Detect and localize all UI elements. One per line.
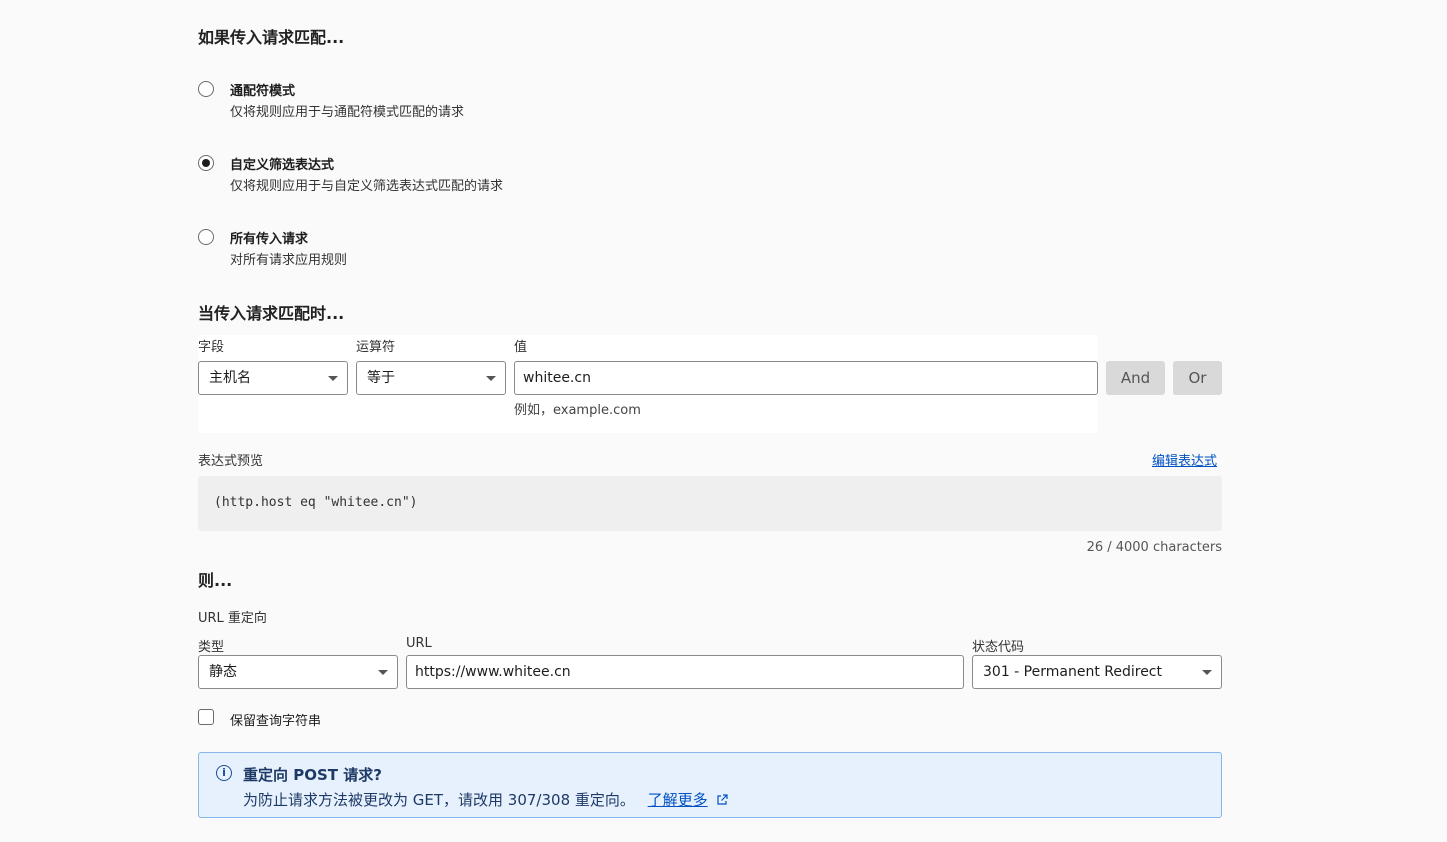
when-heading: 当传入请求匹配时... xyxy=(198,304,345,323)
operator-select[interactable]: 等于 xyxy=(356,361,506,395)
status-select-value: 301 - Permanent Redirect xyxy=(983,664,1162,680)
char-count: 26 / 4000 characters xyxy=(1086,540,1222,555)
radio-wildcard-title: 通配符模式 xyxy=(230,84,296,99)
radio-wildcard-desc: 仅将规则应用于与通配符模式匹配的请求 xyxy=(230,105,465,120)
url-label: URL xyxy=(406,636,432,651)
radio-wildcard[interactable] xyxy=(198,81,214,97)
chevron-down-icon xyxy=(486,376,496,381)
info-icon: i xyxy=(216,765,232,781)
field-select[interactable]: 主机名 xyxy=(198,361,348,395)
learn-more-link[interactable]: 了解更多 xyxy=(648,791,708,809)
chevron-down-icon xyxy=(378,670,388,675)
expression-preview-box: (http.host eq "whitee.cn") xyxy=(198,476,1222,531)
type-label: 类型 xyxy=(198,640,225,655)
operator-label: 运算符 xyxy=(356,340,396,355)
status-label: 状态代码 xyxy=(972,640,1025,655)
radio-custom-expression[interactable] xyxy=(198,155,214,171)
preserve-query-label: 保留查询字符串 xyxy=(230,714,322,729)
radio-all-requests-title: 所有传入请求 xyxy=(230,232,309,247)
or-button[interactable]: Or xyxy=(1173,361,1222,395)
type-select-value: 静态 xyxy=(209,664,237,680)
chevron-down-icon xyxy=(1202,670,1212,675)
value-label: 值 xyxy=(514,340,528,355)
status-select[interactable]: 301 - Permanent Redirect xyxy=(972,655,1222,689)
url-input[interactable]: https://www.whitee.cn xyxy=(406,655,964,689)
radio-custom-expression-title: 自定义筛选表达式 xyxy=(230,158,335,173)
operator-select-value: 等于 xyxy=(367,370,395,386)
chevron-down-icon xyxy=(328,376,338,381)
field-label: 字段 xyxy=(198,340,225,355)
preview-label: 表达式预览 xyxy=(198,454,264,469)
info-notice: i 重定向 POST 请求? 为防止请求方法被更改为 GET，请改用 307/3… xyxy=(198,752,1222,818)
radio-all-requests[interactable] xyxy=(198,229,214,245)
then-heading: 则... xyxy=(198,571,233,590)
value-hint: 例如，example.com xyxy=(514,403,641,418)
value-input[interactable]: whitee.cn xyxy=(514,361,1098,395)
expression-preview: (http.host eq "whitee.cn") xyxy=(214,495,418,510)
and-button[interactable]: And xyxy=(1106,361,1165,395)
edit-expression-link[interactable]: 编辑表达式 xyxy=(1152,450,1217,469)
action-label: URL 重定向 xyxy=(198,611,267,626)
notice-body: 为防止请求方法被更改为 GET，请改用 307/308 重定向。 xyxy=(243,791,635,809)
match-heading: 如果传入请求匹配... xyxy=(198,28,345,47)
notice-body-row: 为防止请求方法被更改为 GET，请改用 307/308 重定向。 了解更多 xyxy=(243,789,729,810)
preserve-query-checkbox[interactable] xyxy=(198,709,214,725)
external-link-icon xyxy=(717,794,729,805)
radio-all-requests-desc: 对所有请求应用规则 xyxy=(230,253,348,268)
notice-title: 重定向 POST 请求? xyxy=(243,766,382,784)
type-select[interactable]: 静态 xyxy=(198,655,398,689)
field-select-value: 主机名 xyxy=(209,370,251,386)
radio-custom-expression-desc: 仅将规则应用于与自定义筛选表达式匹配的请求 xyxy=(230,179,504,194)
